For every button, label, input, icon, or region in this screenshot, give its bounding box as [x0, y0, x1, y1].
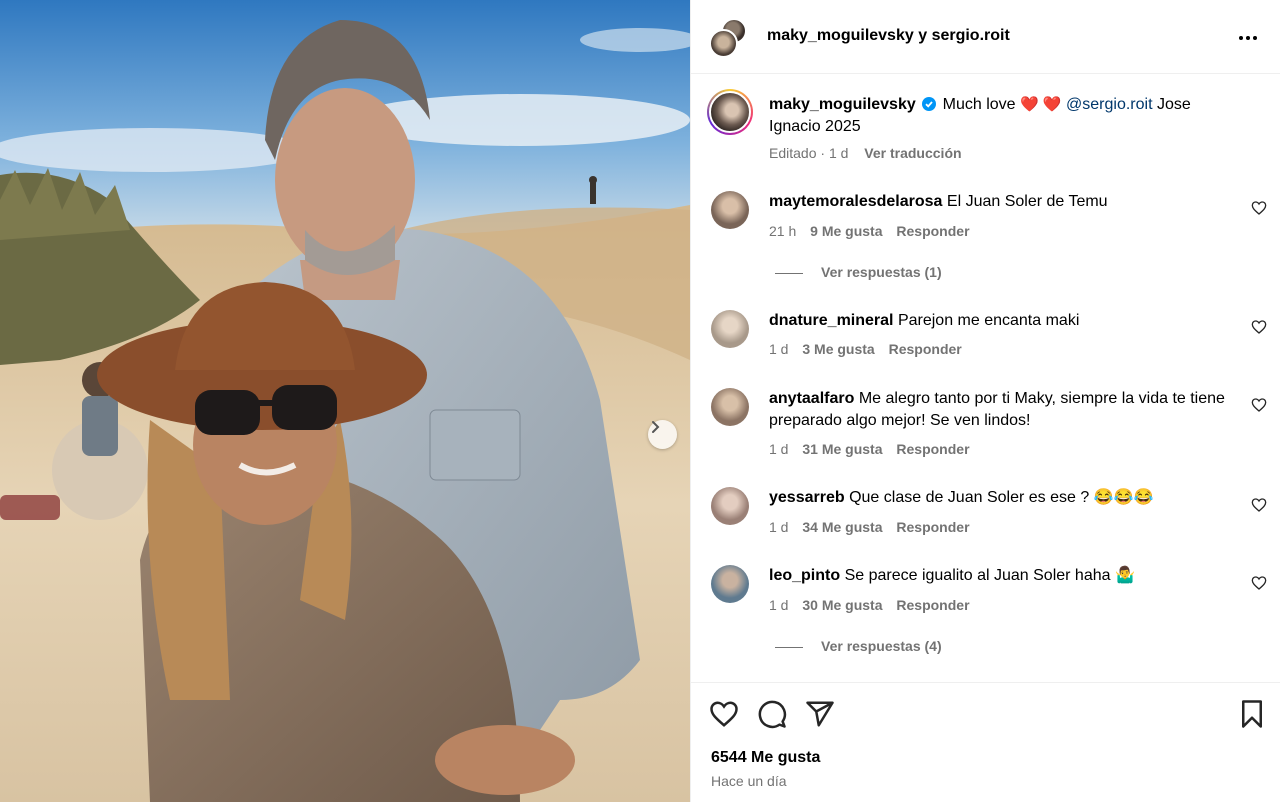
- comment-text: leo_pinto Se parece igualito al Juan Sol…: [769, 565, 1239, 587]
- comment-meta: 1 d 34 Me gusta Responder: [769, 519, 980, 535]
- collab-avatars[interactable]: [709, 18, 749, 58]
- comment-meta: 1 d 3 Me gusta Responder: [769, 341, 972, 357]
- bookmark-icon[interactable]: [1237, 699, 1267, 729]
- heart-emoji: ❤️ ❤️: [1020, 96, 1062, 113]
- comment-username[interactable]: leo_pinto: [769, 567, 840, 584]
- reply-button[interactable]: Responder: [896, 223, 969, 239]
- comment-meta: 21 h 9 Me gusta Responder: [769, 223, 980, 239]
- post-photo[interactable]: [0, 0, 690, 802]
- comment-likes[interactable]: 34 Me gusta: [802, 519, 882, 535]
- comment-likes[interactable]: 31 Me gusta: [802, 441, 882, 457]
- photo-illustration: [0, 0, 690, 802]
- post-sidebar: maky_moguilevsky y sergio.roit maky_mogu…: [690, 0, 1280, 802]
- next-photo-button[interactable]: [648, 420, 677, 449]
- comment-age: 1 d: [769, 441, 789, 457]
- caption-body: Much love: [942, 96, 1016, 113]
- comment-likes[interactable]: 30 Me gusta: [802, 597, 882, 613]
- reply-button[interactable]: Responder: [896, 597, 969, 613]
- heart-icon[interactable]: [1251, 319, 1267, 335]
- heart-icon[interactable]: [1251, 575, 1267, 591]
- comment-body: El Juan Soler de Temu: [946, 193, 1108, 210]
- reply-button[interactable]: Responder: [896, 519, 969, 535]
- avatar: [709, 29, 738, 58]
- reply-button[interactable]: Responder: [896, 441, 969, 457]
- collab-usernames: maky_moguilevsky y sergio.roit: [767, 27, 1010, 45]
- comment-likes[interactable]: 3 Me gusta: [802, 341, 874, 357]
- heart-icon[interactable]: [1251, 497, 1267, 513]
- comment-text: maytemoralesdelarosa El Juan Soler de Te…: [769, 191, 1239, 213]
- verified-badge-icon: [922, 97, 937, 111]
- username-link[interactable]: maky_moguilevsky: [767, 27, 914, 44]
- avatar[interactable]: [711, 191, 749, 229]
- avatar[interactable]: [711, 310, 749, 348]
- avatar[interactable]: [711, 487, 749, 525]
- comment-age: 21 h: [769, 223, 797, 239]
- more-options-icon[interactable]: [1238, 28, 1258, 48]
- comment-likes[interactable]: 9 Me gusta: [810, 223, 882, 239]
- post-time: Hace un día: [711, 773, 787, 789]
- view-replies-button[interactable]: Ver respuestas (1): [775, 264, 942, 280]
- view-replies-button[interactable]: Ver respuestas (4): [775, 638, 942, 654]
- post-actions: 6544 Me gusta Hace un día: [691, 682, 1280, 802]
- joiner-text: y: [918, 27, 928, 44]
- likes-count[interactable]: 6544 Me gusta: [711, 749, 820, 767]
- comment-meta: 1 d 31 Me gusta Responder: [769, 441, 980, 457]
- comment-username[interactable]: yessarreb: [769, 489, 845, 506]
- reply-button[interactable]: Responder: [889, 341, 962, 357]
- caption-meta: Editado · 1 d Ver traducción: [769, 145, 962, 161]
- avatar[interactable]: [711, 388, 749, 426]
- share-icon[interactable]: [805, 699, 835, 729]
- view-replies-label: Ver respuestas (4): [821, 638, 942, 654]
- caption-age: 1 d: [828, 145, 849, 161]
- comment-icon[interactable]: [757, 699, 787, 729]
- comment-username[interactable]: maytemoralesdelarosa: [769, 193, 942, 210]
- mention-link[interactable]: @sergio.roit: [1066, 96, 1153, 113]
- caption-username[interactable]: maky_moguilevsky: [769, 96, 916, 113]
- heart-icon[interactable]: [1251, 397, 1267, 413]
- heart-icon[interactable]: [709, 699, 739, 729]
- comment-body: Se parece igualito al Juan Soler haha 🤷‍…: [844, 567, 1135, 584]
- comment-username[interactable]: dnature_mineral: [769, 312, 893, 329]
- edited-label: Editado: [769, 145, 817, 161]
- comment-age: 1 d: [769, 519, 789, 535]
- comment-meta: 1 d 30 Me gusta Responder: [769, 597, 980, 613]
- heart-icon[interactable]: [1251, 200, 1267, 216]
- see-translation-link[interactable]: Ver traducción: [864, 145, 961, 161]
- view-replies-label: Ver respuestas (1): [821, 264, 942, 280]
- caption-avatar[interactable]: [707, 89, 753, 135]
- comment-age: 1 d: [769, 597, 789, 613]
- avatar[interactable]: [711, 565, 749, 603]
- comment-age: 1 d: [769, 341, 789, 357]
- username-link[interactable]: sergio.roit: [932, 27, 1010, 44]
- caption-text: maky_moguilevsky Much love ❤️ ❤️ @sergio…: [769, 94, 1239, 138]
- comment-body: Parejon me encanta maki: [897, 312, 1080, 329]
- chevron-right-icon: [652, 421, 660, 433]
- comment-text: anytaalfaro Me alegro tanto por ti Maky,…: [769, 388, 1239, 432]
- comment-text: dnature_mineral Parejon me encanta maki: [769, 310, 1239, 332]
- comment-username[interactable]: anytaalfaro: [769, 390, 854, 407]
- comment-body: Que clase de Juan Soler es ese ? 😂😂😂: [849, 489, 1154, 506]
- post-header: maky_moguilevsky y sergio.roit: [691, 0, 1280, 74]
- comment-text: yessarreb Que clase de Juan Soler es ese…: [769, 487, 1239, 509]
